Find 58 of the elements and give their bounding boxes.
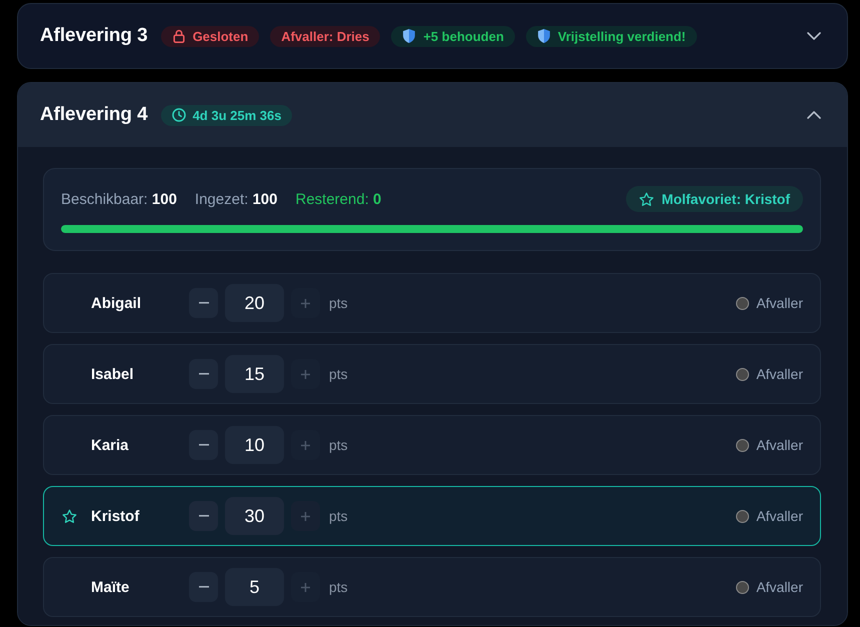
points-field[interactable]: 10 [225,426,284,464]
unit-label: pts [329,295,348,311]
decrease-button[interactable] [189,359,218,389]
stat-text: Ingezet: 100 [194,190,278,208]
candidate-name: Kristof [91,508,140,524]
episode-title: Aflevering 4 [40,104,148,126]
minus-icon [198,302,208,304]
plus-icon [301,582,310,592]
chevron-down-icon [807,32,821,40]
candidate-name: Abigail [91,294,142,312]
plus-icon [301,440,310,450]
immunity-badge: Vrijstelling verdiend! [526,26,697,46]
expand-button[interactable] [807,32,821,40]
points-field[interactable]: 20 [225,284,284,322]
minus-icon [198,373,208,375]
decrease-button[interactable] [189,430,218,460]
eliminated-toggle[interactable]: Afvaller [736,579,803,595]
unit-label: pts [329,437,348,453]
clock-icon [172,108,186,122]
points-field[interactable]: 5 [225,568,284,606]
decrease-button[interactable] [189,501,218,531]
unit-label: pts [329,508,348,524]
shield-icon [402,29,416,43]
favorite-badge: Molfavoriet: Kristof [626,186,803,212]
plus-icon [301,298,310,308]
eliminated-toggle[interactable]: Afvaller [736,366,803,382]
stat-text: Beschikbaar: 100 [61,190,177,208]
decrease-button[interactable] [189,572,218,602]
eliminated-toggle[interactable]: Afvaller [736,437,803,453]
eliminated-toggle[interactable]: Afvaller [736,508,803,524]
expand-button[interactable] [807,111,821,119]
lock-icon [172,29,186,43]
eliminated-badge: Afvaller: Dries [270,26,380,46]
plus-icon [301,370,310,378]
plus-icon [301,512,310,520]
immunity-badge: +5 behouden [391,26,515,46]
locked-badge: Gesloten [160,26,260,46]
shield-icon [536,29,551,43]
minus-icon [198,444,208,446]
chevron-up-icon [807,111,821,119]
decrease-button[interactable] [189,288,218,318]
unit-label: pts [329,579,348,595]
points-field[interactable]: 15 [225,355,284,393]
star-icon [638,192,654,206]
minus-icon [198,586,208,588]
minus-icon [198,515,208,517]
stat-text: Resterend: 0 [296,190,382,208]
points-field[interactable]: 30 [225,497,284,535]
star-icon [62,508,77,524]
episode-title: Aflevering 3 [40,25,148,47]
candidate-name: Isabel [91,366,135,382]
eliminated-toggle[interactable]: Afvaller [736,295,803,311]
candidate-name: Maïte [91,578,130,596]
episode-header[interactable]: Aflevering 3 Gesloten Afvaller: Dries +5 behouden Vrijstelling verdiend! [18,4,847,68]
countdown-badge: 4d 3u 25m 36s [160,104,292,126]
candidate-name: Karia [91,436,130,454]
episode-header[interactable]: Aflevering 4 4d 3u 25m 36s [18,83,847,147]
unit-label: pts [329,366,348,382]
